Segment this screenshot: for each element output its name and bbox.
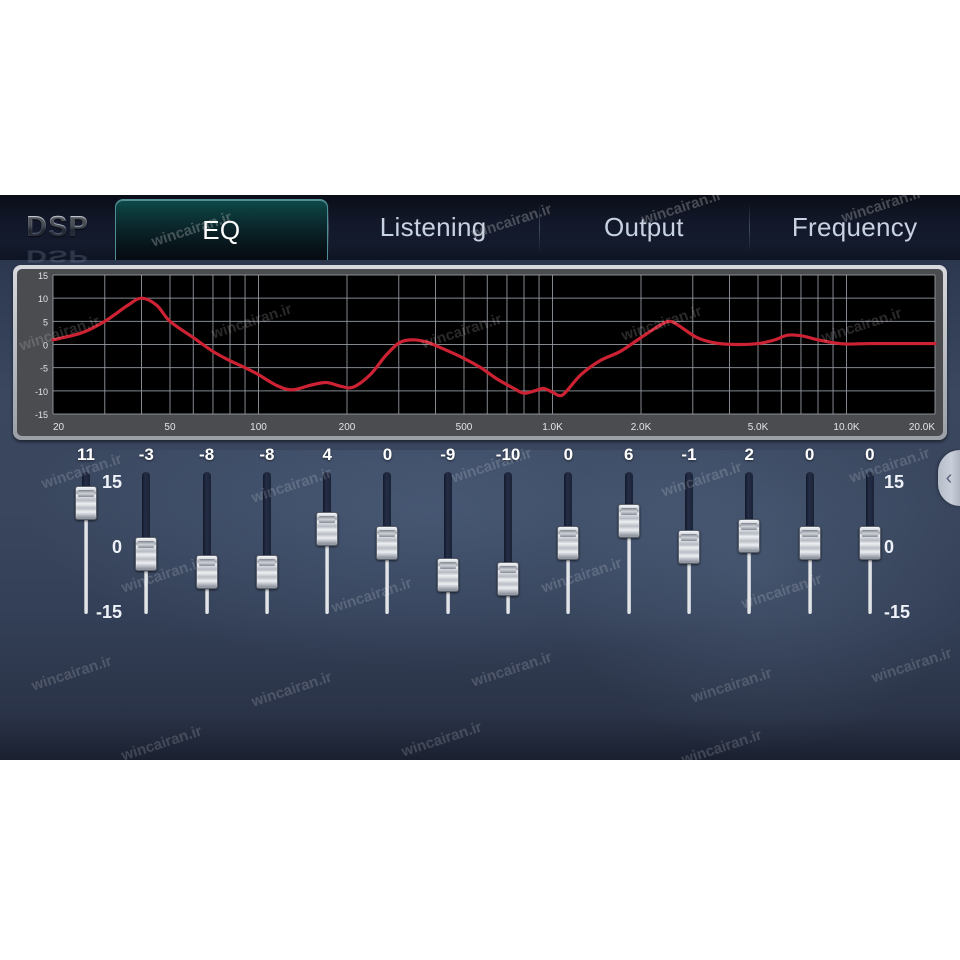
slider-thumb-63[interactable]: [135, 536, 158, 571]
slider-track-250[interactable]: [316, 472, 339, 614]
tab-eq[interactable]: EQ: [115, 199, 328, 260]
ytick-10: 10: [38, 294, 48, 304]
gain-slider-250[interactable]: 4: [309, 445, 345, 630]
gain-value-16K: 0: [865, 445, 875, 464]
dsp-logo-text: DSP: [26, 211, 89, 243]
xtick-1.0K: 1.0K: [542, 422, 563, 433]
xtick-50: 50: [164, 422, 176, 433]
gain-slider-630[interactable]: -9: [430, 445, 466, 630]
gain-slider-1.6K[interactable]: 0: [550, 445, 586, 630]
tab-output[interactable]: Output: [538, 195, 750, 260]
tab-frequency-label: Frequency: [791, 212, 918, 242]
gain-value-400: 0: [382, 445, 393, 464]
xtick-2.0K: 2.0K: [631, 422, 652, 433]
ytick-15: 15: [38, 271, 48, 281]
xtick-20.0K: 20.0K: [909, 422, 935, 433]
slider-thumb-100[interactable]: [195, 554, 218, 589]
dsp-eq-panel: DSP DSP EQ Listening Output Frequency 15…: [0, 195, 960, 760]
gain-slider-16K[interactable]: 0: [852, 445, 888, 630]
slider-thumb-40[interactable]: [75, 486, 97, 521]
slider-thumb-10K[interactable]: [798, 526, 821, 560]
tab-eq-label: EQ: [202, 214, 241, 245]
gain-slider-area: 15 0 -15 15 0 -15 11 -3 -8 -8 4 0 -9 -10 0 6 -1 2 0 0: [0, 445, 960, 630]
gain-slider-40[interactable]: 11: [68, 445, 104, 630]
xtick-100: 100: [250, 422, 267, 433]
xtick-10.0K: 10.0K: [833, 422, 859, 433]
gain-scale-right: 15 0 -15: [884, 450, 930, 630]
slider-track-1K[interactable]: [497, 472, 520, 614]
slider-track-10K[interactable]: [798, 472, 821, 614]
slider-thumb-400[interactable]: [376, 526, 399, 560]
slider-track-630[interactable]: [436, 472, 459, 614]
slider-track-4K[interactable]: [677, 472, 700, 614]
eq-response-graph[interactable]: 15 10 5 0 -5 -10 -15 20 50 100 200 500 1.0K 2.0K 5.0K 1…: [13, 265, 947, 440]
ytick--10: -10: [35, 387, 48, 397]
slider-track-1.6K[interactable]: [557, 472, 580, 614]
gain-slider-100[interactable]: -8: [189, 445, 225, 630]
scale-right-15: 15: [884, 472, 905, 492]
ytick-0: 0: [43, 341, 48, 351]
slider-track-2.5K[interactable]: [617, 472, 640, 614]
slider-thumb-2.5K[interactable]: [617, 504, 640, 539]
dsp-logo-reflection: DSP: [26, 246, 89, 266]
ytick--15: -15: [35, 410, 48, 420]
gain-slider-63[interactable]: -3: [128, 445, 164, 630]
slider-thumb-250[interactable]: [316, 511, 339, 546]
ytick--5: -5: [40, 364, 48, 374]
slider-track-6.3K[interactable]: [738, 472, 761, 614]
gain-value-630: -9: [440, 445, 456, 464]
gain-value-6.3K: 2: [744, 445, 754, 464]
slider-thumb-16K[interactable]: [858, 526, 881, 560]
gain-slider-400[interactable]: 0: [369, 445, 405, 630]
xtick-5.0K: 5.0K: [748, 422, 769, 433]
slider-track-63[interactable]: [135, 472, 158, 614]
scale-right-0: 0: [884, 537, 895, 557]
eq-curve-svg: 151050-5-10-1520 50 100 200 500 1.0K 2.0K 5.0K 1…: [35, 271, 937, 433]
eq-graph-inner: 15 10 5 0 -5 -10 -15 20 50 100 200 500 1.0K 2.0K 5.0K 1…: [17, 269, 943, 436]
xtick-500: 500: [456, 422, 473, 433]
slider-thumb-4K[interactable]: [677, 529, 700, 564]
dsp-logo: DSP DSP: [0, 195, 115, 265]
gain-slider-4K[interactable]: -1: [671, 445, 707, 630]
xtick-200: 200: [339, 422, 356, 433]
tab-frequency[interactable]: Frequency: [749, 195, 960, 260]
gain-value-4K: -1: [681, 445, 697, 464]
tab-bar: DSP DSP EQ Listening Output Frequency: [0, 195, 960, 265]
slider-track-160[interactable]: [255, 472, 278, 614]
gain-slider-1K[interactable]: -10: [490, 445, 526, 630]
slider-track-100[interactable]: [195, 472, 218, 614]
ytick-5: 5: [43, 317, 48, 327]
gain-slider-10K[interactable]: 0: [792, 445, 828, 630]
tab-listening-label: Listening: [379, 212, 487, 242]
gain-value-1K: -10: [495, 445, 521, 464]
tab-listening[interactable]: Listening: [327, 195, 539, 260]
gain-slider-2.5K[interactable]: 6: [611, 445, 647, 630]
gain-value-40: 11: [77, 445, 95, 464]
slider-thumb-1K[interactable]: [497, 562, 520, 596]
gain-value-2.5K: 6: [623, 445, 634, 464]
slider-track-400[interactable]: [376, 472, 399, 614]
gain-slider-6.3K[interactable]: 2: [731, 445, 767, 630]
gain-value-1.6K: 0: [563, 445, 574, 464]
gain-value-63: -3: [138, 445, 154, 464]
gain-slider-160[interactable]: -8: [249, 445, 285, 630]
scale-right-m15: -15: [884, 602, 911, 622]
gain-value-160: -8: [259, 445, 275, 464]
chevron-left-icon: ‹: [945, 466, 953, 489]
gain-value-10K: 0: [804, 445, 815, 464]
slider-track-16K[interactable]: [858, 472, 881, 614]
slider-thumb-1.6K[interactable]: [557, 526, 580, 560]
tab-output-label: Output: [603, 212, 684, 242]
slider-thumb-6.3K[interactable]: [738, 518, 761, 553]
slider-row: 11 -3 -8 -8 4 0 -9 -10 0 6 -1 2 0 0: [68, 445, 888, 630]
xtick-20: 20: [53, 422, 65, 433]
gain-value-250: 4: [322, 445, 332, 464]
slider-thumb-630[interactable]: [436, 558, 459, 593]
slider-thumb-160[interactable]: [255, 554, 278, 589]
slider-track-40[interactable]: [75, 472, 97, 614]
gain-value-100: -8: [199, 445, 215, 464]
